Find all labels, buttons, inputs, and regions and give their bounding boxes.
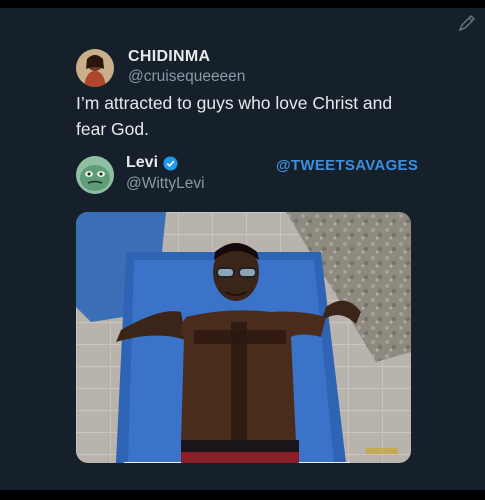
author-name[interactable]: CHIDINMA [128, 48, 210, 66]
author-handle[interactable]: @cruisequeeeen [128, 68, 245, 86]
author-name[interactable]: Levi [126, 154, 158, 172]
tweet-text: I’m attracted to guys who love Christ an… [76, 93, 393, 139]
watermark-text: @TWEETSAVAGES [276, 157, 419, 174]
bottom-border [0, 490, 485, 500]
tweet-media-image[interactable] [76, 212, 411, 463]
author-handle[interactable]: @WittyLevi [126, 175, 205, 193]
top-border [0, 0, 485, 8]
verified-badge-icon [163, 155, 178, 171]
tweet-screenshot: CHIDINMA @cruisequeeeen I’m attracted to… [0, 8, 485, 490]
avatar[interactable] [76, 156, 114, 194]
pencil-icon[interactable] [456, 12, 478, 34]
avatar[interactable] [76, 49, 114, 87]
author-name-row: Levi [126, 154, 178, 172]
